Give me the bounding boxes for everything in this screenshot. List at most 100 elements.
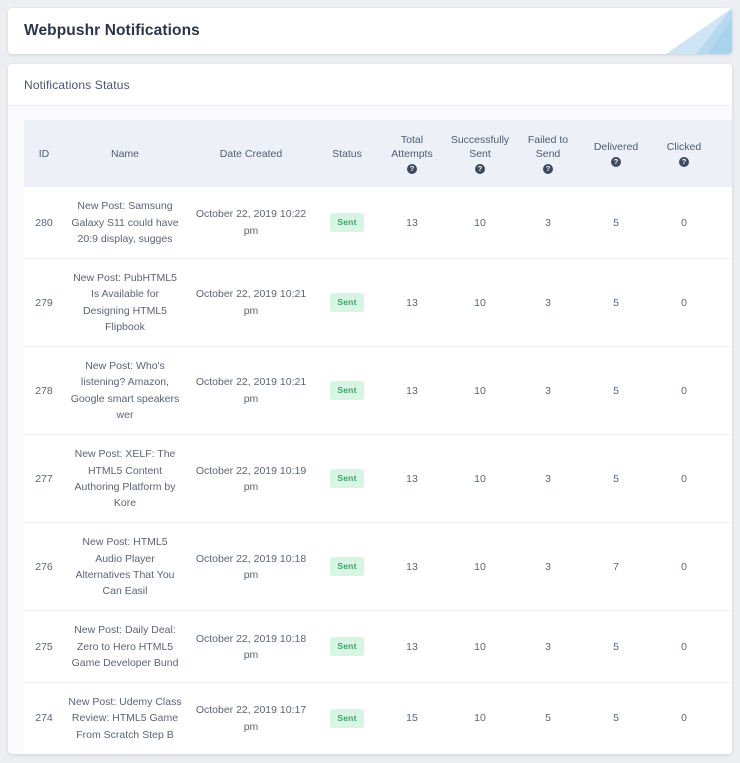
row-date: October 22, 2019 10:19 pm xyxy=(186,434,316,524)
column-header-failed-to-send[interactable]: Failed to Send ? xyxy=(514,120,582,188)
row-attempts: 15 xyxy=(378,682,446,754)
column-label-total-attempts: Total Attempts xyxy=(391,134,433,161)
row-failed: 3 xyxy=(514,434,582,524)
help-icon-successfully-sent[interactable]: ? xyxy=(475,164,485,175)
row-date: October 22, 2019 10:21 pm xyxy=(186,346,316,436)
column-header-status[interactable]: Status xyxy=(316,120,378,188)
row-name: New Post: Udemy Class Review: HTML5 Game… xyxy=(64,682,186,754)
row-name: New Post: PubHTML5 Is Available for Desi… xyxy=(64,258,186,348)
status-badge: Sent xyxy=(330,293,364,313)
card-body: ID Name Date Created Status Total Attemp xyxy=(8,106,732,754)
column-label-successfully-sent: Successfully Sent xyxy=(450,134,510,161)
row-closed: 3 xyxy=(718,522,732,612)
row-failed: 3 xyxy=(514,346,582,436)
row-status: Sent xyxy=(316,187,378,260)
page-title: Webpushr Notifications xyxy=(24,22,200,39)
table-body: 280 New Post: Samsung Galaxy S11 could ha… xyxy=(24,187,732,754)
column-header-clicked[interactable]: Clicked ? xyxy=(650,120,718,188)
row-delivered: 7 xyxy=(582,522,650,612)
row-status: Sent xyxy=(316,346,378,436)
row-clicked: 0 xyxy=(650,187,718,260)
row-failed: 3 xyxy=(514,610,582,684)
help-icon-total-attempts[interactable]: ? xyxy=(407,164,417,175)
header-decoration-icon xyxy=(666,8,732,54)
row-closed: 1 xyxy=(718,346,732,436)
row-clicked: 0 xyxy=(650,258,718,348)
row-sent: 10 xyxy=(446,434,514,524)
row-delivered: 5 xyxy=(582,187,650,260)
page-root: Webpushr Notifications Notifications Sta… xyxy=(0,0,740,763)
row-attempts: 13 xyxy=(378,346,446,436)
row-closed: 2 xyxy=(718,187,732,260)
row-delivered: 5 xyxy=(582,346,650,436)
row-delivered: 5 xyxy=(582,610,650,684)
help-icon-delivered[interactable]: ? xyxy=(611,157,621,168)
row-sent: 10 xyxy=(446,187,514,260)
table-row[interactable]: 280 New Post: Samsung Galaxy S11 could ha… xyxy=(24,187,732,260)
table-row[interactable]: 279 New Post: PubHTML5 Is Available for D… xyxy=(24,258,732,348)
column-header-total-attempts[interactable]: Total Attempts ? xyxy=(378,120,446,188)
column-label-status: Status xyxy=(332,147,362,160)
row-status: Sent xyxy=(316,258,378,348)
column-header-closed[interactable]: Closed ? xyxy=(718,120,732,188)
column-header-id[interactable]: ID xyxy=(24,120,64,188)
row-name: New Post: Samsung Galaxy S11 could have … xyxy=(64,187,186,260)
column-label-clicked: Clicked xyxy=(666,141,702,154)
help-icon-failed-to-send[interactable]: ? xyxy=(543,164,553,175)
row-status: Sent xyxy=(316,522,378,612)
row-id: 279 xyxy=(24,258,64,348)
column-label-id: ID xyxy=(38,147,50,160)
table-row[interactable]: 276 New Post: HTML5 Audio Player Alternat… xyxy=(24,522,732,612)
notifications-card: Notifications Status ID Name Date Create… xyxy=(8,64,732,754)
row-name: New Post: Daily Deal: Zero to Hero HTML5… xyxy=(64,610,186,684)
column-header-successfully-sent[interactable]: Successfully Sent ? xyxy=(446,120,514,188)
column-header-name[interactable]: Name xyxy=(64,120,186,188)
help-icon-clicked[interactable]: ? xyxy=(679,157,689,168)
row-sent: 10 xyxy=(446,522,514,612)
card-header: Notifications Status xyxy=(8,64,732,106)
row-clicked: 0 xyxy=(650,522,718,612)
column-header-delivered[interactable]: Delivered ? xyxy=(582,120,650,188)
row-closed: 0 xyxy=(718,258,732,348)
table-row[interactable]: 278 New Post: Who's listening? Amazon, Go… xyxy=(24,346,732,436)
row-closed: 0 xyxy=(718,682,732,754)
column-label-date-created: Date Created xyxy=(219,147,283,160)
column-header-date-created[interactable]: Date Created xyxy=(186,120,316,188)
row-id: 274 xyxy=(24,682,64,754)
column-label-name: Name xyxy=(110,147,139,160)
row-clicked: 0 xyxy=(650,610,718,684)
row-date: October 22, 2019 10:18 pm xyxy=(186,522,316,612)
row-id: 278 xyxy=(24,346,64,436)
row-date: October 22, 2019 10:21 pm xyxy=(186,258,316,348)
row-sent: 10 xyxy=(446,610,514,684)
table-row[interactable]: 275 New Post: Daily Deal: Zero to Hero HT… xyxy=(24,610,732,684)
row-name: New Post: XELF: The HTML5 Content Author… xyxy=(64,434,186,524)
row-attempts: 13 xyxy=(378,434,446,524)
status-badge: Sent xyxy=(330,381,364,401)
row-date: October 22, 2019 10:18 pm xyxy=(186,610,316,684)
table-head: ID Name Date Created Status Total Attemp xyxy=(24,120,732,188)
table-row[interactable]: 277 New Post: XELF: The HTML5 Content Aut… xyxy=(24,434,732,524)
row-date: October 22, 2019 10:22 pm xyxy=(186,187,316,260)
row-delivered: 5 xyxy=(582,434,650,524)
section-title: Notifications Status xyxy=(24,78,130,92)
column-label-delivered: Delivered xyxy=(593,141,639,154)
row-delivered: 5 xyxy=(582,258,650,348)
status-badge: Sent xyxy=(330,557,364,577)
row-closed: 0 xyxy=(718,434,732,524)
row-id: 275 xyxy=(24,610,64,684)
row-status: Sent xyxy=(316,610,378,684)
row-id: 276 xyxy=(24,522,64,612)
row-closed: 0 xyxy=(718,610,732,684)
row-clicked: 0 xyxy=(650,346,718,436)
column-label-failed-to-send: Failed to Send xyxy=(527,134,569,161)
row-status: Sent xyxy=(316,434,378,524)
status-badge: Sent xyxy=(330,469,364,489)
status-badge: Sent xyxy=(330,213,364,233)
row-clicked: 0 xyxy=(650,434,718,524)
page-header: Webpushr Notifications xyxy=(8,8,732,54)
row-name: New Post: HTML5 Audio Player Alternative… xyxy=(64,522,186,612)
row-failed: 3 xyxy=(514,522,582,612)
table-row[interactable]: 274 New Post: Udemy Class Review: HTML5 G… xyxy=(24,682,732,754)
row-id: 277 xyxy=(24,434,64,524)
